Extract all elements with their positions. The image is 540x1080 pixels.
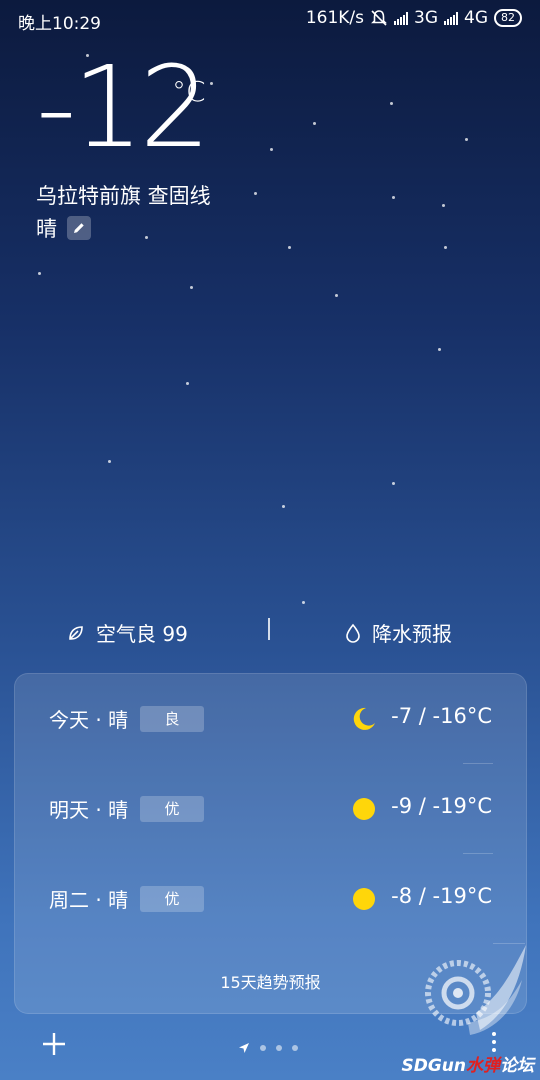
temperature-range: -9 / -19°C [391, 794, 492, 818]
location-arrow-icon [239, 1043, 249, 1053]
forecast-day: 明天 · 晴 [49, 798, 129, 822]
current-condition: 晴 [36, 217, 57, 241]
network-type-2: 4G [464, 8, 488, 28]
temperature-unit: °C [172, 75, 206, 108]
water-drop-icon [346, 623, 360, 643]
network-type-1: 3G [414, 8, 438, 28]
sun-icon [353, 888, 375, 910]
air-quality-badge: 良 [140, 706, 204, 732]
forecast-day: 周二 · 晴 [49, 888, 129, 912]
row-divider [463, 853, 493, 854]
forecast-row[interactable]: 今天 · 晴 良 -7 / -16°C [15, 690, 526, 750]
watermark-prefix: SDGun [401, 1056, 466, 1076]
watermark-logo-icon [425, 945, 526, 1035]
page-dot[interactable] [292, 1045, 298, 1051]
watermark-suffix: 论坛 [500, 1056, 534, 1076]
network-speed: 161K/s [305, 8, 364, 28]
more-dot [492, 1040, 496, 1044]
metrics-divider [268, 618, 270, 640]
rain-forecast-button[interactable]: 降水预报 [344, 618, 452, 647]
temperature-range: -8 / -19°C [391, 884, 492, 908]
more-dot [492, 1032, 496, 1036]
status-icons: 161K/s 3G 4G 82 [306, 8, 522, 28]
status-bar: 晚上10:29 161K/s 3G 4G 82 [0, 0, 540, 38]
battery-icon: 82 [494, 9, 522, 27]
page-dot[interactable] [260, 1045, 266, 1051]
leaf-icon [69, 625, 83, 640]
forecast-row[interactable]: 周二 · 晴 优 -8 / -19°C [15, 870, 526, 930]
row-divider [463, 763, 493, 764]
location-name[interactable]: 乌拉特前旗 查固线 [36, 180, 211, 210]
more-options-button[interactable] [492, 1032, 496, 1052]
page-indicator [238, 1042, 298, 1054]
bell-muted-icon [371, 10, 387, 26]
sun-icon [353, 798, 375, 820]
forecast-row[interactable]: 明天 · 晴 优 -9 / -19°C [15, 780, 526, 840]
metrics-row: 空气良 99 降水预报 [0, 614, 540, 648]
add-city-button[interactable] [40, 1030, 68, 1058]
current-condition-row: 晴 [36, 213, 91, 243]
signal-icon-2 [444, 11, 458, 25]
air-quality-badge: 优 [140, 796, 204, 822]
pencil-icon [74, 223, 84, 233]
air-quality-badge: 优 [140, 886, 204, 912]
moon-icon [353, 707, 375, 730]
watermark-text: SDGun水弹论坛 [401, 1051, 534, 1076]
edit-button[interactable] [67, 216, 91, 240]
watermark-red: 水弹 [466, 1056, 500, 1076]
air-quality-text: 空气良 99 [96, 622, 188, 646]
status-time: 晚上10:29 [18, 14, 101, 34]
temperature-range: -7 / -16°C [391, 704, 492, 728]
signal-icon-1 [394, 11, 408, 25]
rain-forecast-text: 降水预报 [372, 622, 452, 646]
air-quality-button[interactable]: 空气良 99 [66, 618, 188, 647]
forecast-day: 今天 · 晴 [49, 708, 129, 732]
current-temperature: -12 [36, 43, 211, 173]
page-dot[interactable] [276, 1045, 282, 1051]
